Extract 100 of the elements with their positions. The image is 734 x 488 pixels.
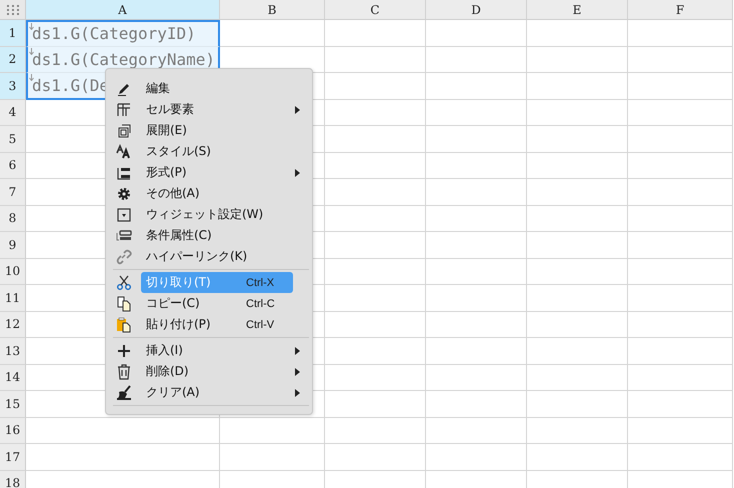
- menu-item-label[interactable]: セル要素: [141, 99, 293, 120]
- table-cell[interactable]: [628, 179, 733, 206]
- table-cell[interactable]: [527, 364, 628, 391]
- table-cell[interactable]: [325, 418, 426, 444]
- table-cell[interactable]: [628, 232, 733, 258]
- table-cell[interactable]: [628, 152, 733, 179]
- table-cell[interactable]: [628, 46, 733, 73]
- column-header[interactable]: E: [527, 0, 628, 20]
- table-cell[interactable]: [325, 364, 426, 391]
- menu-item-label[interactable]: 挿入(I): [141, 340, 293, 361]
- row-header[interactable]: 12: [0, 312, 26, 338]
- table-cell[interactable]: [628, 206, 733, 232]
- table-cell[interactable]: [527, 206, 628, 232]
- row-header[interactable]: 9: [0, 232, 26, 258]
- row-header[interactable]: 3: [0, 73, 26, 100]
- table-cell[interactable]: [426, 418, 527, 444]
- table-cell[interactable]: [426, 232, 527, 258]
- menu-item-label[interactable]: 貼り付け(P) Ctrl-V: [141, 314, 293, 335]
- table-cell[interactable]: [628, 364, 733, 391]
- table-cell[interactable]: [628, 312, 733, 338]
- row-header[interactable]: 6: [0, 152, 26, 179]
- table-cell[interactable]: [220, 20, 325, 46]
- table-cell[interactable]: [220, 444, 325, 470]
- menu-item-label[interactable]: スタイル(S): [141, 141, 293, 162]
- table-cell[interactable]: [325, 126, 426, 152]
- table-cell[interactable]: [527, 73, 628, 100]
- table-cell[interactable]: [527, 179, 628, 206]
- table-cell[interactable]: [426, 206, 527, 232]
- table-cell[interactable]: [325, 73, 426, 100]
- menu-item-label[interactable]: 展開(E): [141, 120, 293, 141]
- row-header[interactable]: 4: [0, 100, 26, 126]
- table-cell[interactable]: [628, 100, 733, 126]
- table-cell[interactable]: [426, 46, 527, 73]
- table-cell[interactable]: [426, 364, 527, 391]
- table-cell[interactable]: [527, 20, 628, 46]
- table-cell[interactable]: [426, 100, 527, 126]
- table-cell[interactable]: [220, 418, 325, 444]
- row-header[interactable]: 17: [0, 444, 26, 470]
- table-cell[interactable]: [527, 100, 628, 126]
- table-cell[interactable]: [426, 152, 527, 179]
- row-header[interactable]: 15: [0, 391, 26, 418]
- row-header[interactable]: 11: [0, 285, 26, 312]
- table-cell[interactable]: [527, 338, 628, 364]
- menu-item-label[interactable]: クリア(A): [141, 382, 293, 403]
- menu-item-label[interactable]: ハイパーリンク(K): [141, 246, 293, 267]
- table-cell[interactable]: [527, 285, 628, 312]
- table-cell[interactable]: [628, 338, 733, 364]
- select-all-icon[interactable]: [6, 4, 18, 14]
- table-cell[interactable]: [325, 206, 426, 232]
- table-cell[interactable]: [426, 312, 527, 338]
- table-cell[interactable]: [426, 258, 527, 285]
- table-cell[interactable]: ds1.G(CategoryID): [26, 20, 220, 46]
- table-cell[interactable]: [628, 391, 733, 418]
- column-header[interactable]: B: [220, 0, 325, 20]
- row-header[interactable]: 16: [0, 418, 26, 444]
- row-header[interactable]: 5: [0, 126, 26, 152]
- table-cell[interactable]: [325, 46, 426, 73]
- table-cell[interactable]: [527, 126, 628, 152]
- row-header[interactable]: 18: [0, 470, 26, 488]
- column-header[interactable]: C: [325, 0, 426, 20]
- table-cell[interactable]: [325, 444, 426, 470]
- row-header[interactable]: 14: [0, 364, 26, 391]
- table-cell[interactable]: [325, 338, 426, 364]
- menu-item-label[interactable]: 編集: [141, 78, 293, 99]
- row-header[interactable]: 1: [0, 20, 26, 46]
- table-cell[interactable]: [426, 285, 527, 312]
- table-cell[interactable]: [325, 179, 426, 206]
- table-cell[interactable]: [527, 418, 628, 444]
- table-cell[interactable]: [26, 418, 220, 444]
- table-cell[interactable]: [325, 100, 426, 126]
- row-header[interactable]: 2: [0, 46, 26, 73]
- table-cell[interactable]: [426, 338, 527, 364]
- table-cell[interactable]: [628, 444, 733, 470]
- row-header[interactable]: 7: [0, 179, 26, 206]
- menu-item-label[interactable]: 切り取り(T) Ctrl-X: [141, 272, 293, 293]
- table-cell[interactable]: [426, 444, 527, 470]
- table-cell[interactable]: [628, 126, 733, 152]
- menu-item-label[interactable]: 形式(P): [141, 162, 293, 183]
- column-header[interactable]: A: [26, 0, 220, 20]
- table-cell[interactable]: [628, 20, 733, 46]
- menu-item-label[interactable]: ウィジェット設定(W): [141, 204, 293, 225]
- table-cell[interactable]: [527, 258, 628, 285]
- table-cell[interactable]: [325, 20, 426, 46]
- menu-item-label[interactable]: 条件属性(C): [141, 225, 293, 246]
- table-cell[interactable]: [628, 418, 733, 444]
- table-cell[interactable]: [325, 285, 426, 312]
- table-cell[interactable]: [527, 46, 628, 73]
- menu-item-label[interactable]: コピー(C) Ctrl-C: [141, 293, 293, 314]
- table-cell[interactable]: [325, 152, 426, 179]
- table-cell[interactable]: [325, 258, 426, 285]
- table-cell[interactable]: [325, 312, 426, 338]
- menu-item-label[interactable]: 削除(D): [141, 361, 293, 382]
- table-cell[interactable]: [426, 179, 527, 206]
- table-cell[interactable]: [26, 444, 220, 470]
- table-cell[interactable]: [325, 391, 426, 418]
- table-cell[interactable]: [426, 73, 527, 100]
- table-cell[interactable]: [426, 126, 527, 152]
- table-cell[interactable]: [628, 285, 733, 312]
- row-header[interactable]: 13: [0, 338, 26, 364]
- table-cell[interactable]: [527, 312, 628, 338]
